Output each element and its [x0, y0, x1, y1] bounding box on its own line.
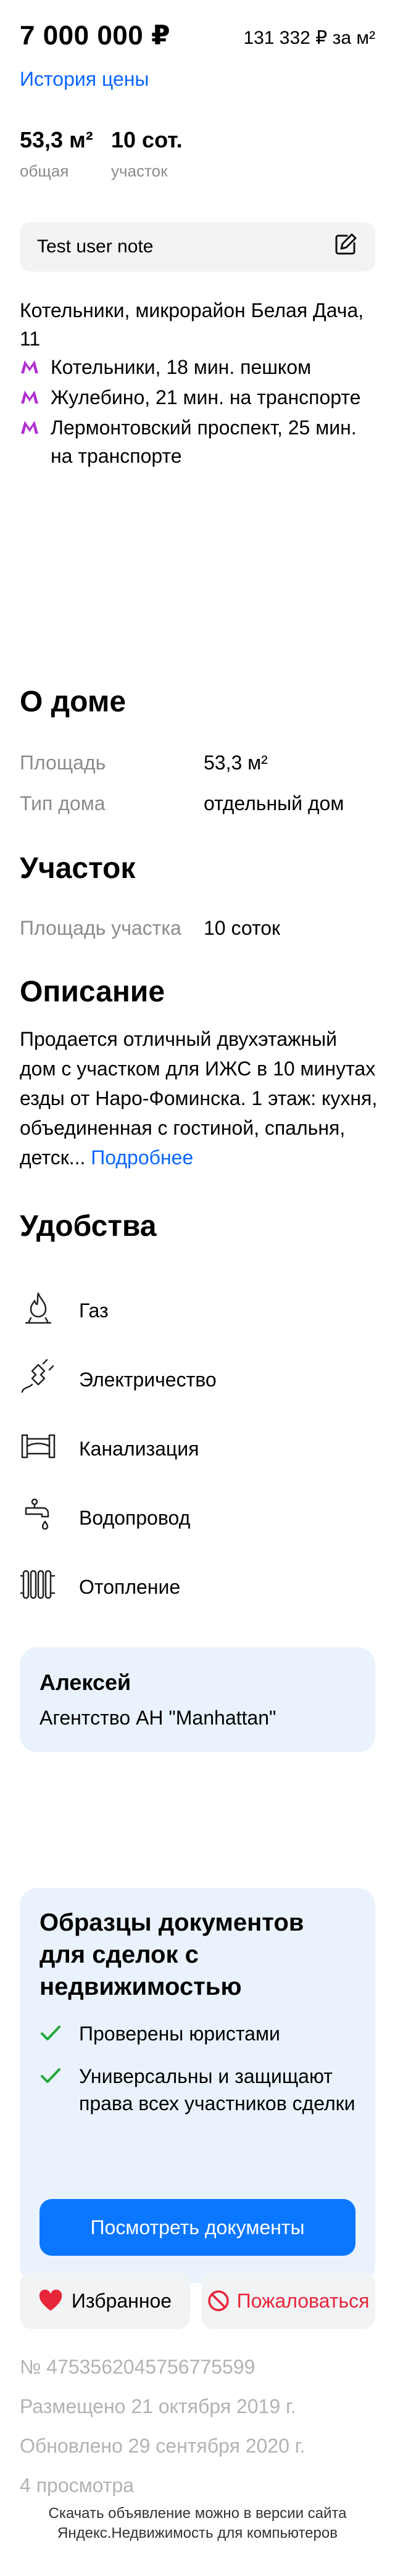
- price-history-link[interactable]: История цены: [20, 68, 149, 91]
- agent-name: Алексей: [40, 1670, 131, 1695]
- electricity-icon: [20, 1359, 57, 1396]
- footer-line-1: Скачать объявление можно в версии сайта: [48, 2505, 347, 2522]
- house-type-value: отдельный дом: [204, 792, 344, 814]
- metro-icon: [20, 413, 51, 444]
- plot-area-value: 10 соток: [204, 917, 281, 939]
- facility-electricity-label: Электричество: [79, 1369, 217, 1391]
- metro-icon: [20, 353, 51, 383]
- address-block: Котельники, микрорайон Белая Дача, 11 Ко…: [20, 296, 375, 470]
- section-title-house: О доме: [20, 685, 127, 718]
- check-icon: [40, 2020, 79, 2052]
- heart-icon: [38, 2290, 63, 2312]
- prohibited-icon: [207, 2290, 230, 2312]
- heating-icon: [20, 1566, 57, 1603]
- agent-agency: Агентство АН "Manhattan": [40, 1707, 276, 1729]
- house-type-label: Тип дома: [20, 792, 106, 814]
- listing-posted: Размещено 21 октября 2019 г.: [20, 2395, 296, 2417]
- favorite-button[interactable]: Избранное: [20, 2272, 190, 2329]
- metro-text: Лермонтовский проспект, 25 мин. на транс…: [51, 416, 357, 467]
- documents-check-text: Проверены юристами: [79, 2023, 280, 2045]
- edit-icon[interactable]: [333, 232, 358, 262]
- description-body: Продается отличный двухэтажный дом с уча…: [20, 1028, 378, 1169]
- documents-check-text: Универсальны и защищают права всех участ…: [79, 2065, 356, 2114]
- summary-area-label: общая: [20, 162, 69, 180]
- view-documents-button[interactable]: Посмотреть документы: [40, 2199, 356, 2256]
- facility-sewerage-label: Канализация: [79, 1438, 199, 1460]
- facility-gas-label: Газ: [79, 1299, 109, 1322]
- facility-water-label: Водопровод: [79, 1507, 191, 1529]
- metro-item: Жулебино, 21 мин. на транспорте: [20, 383, 375, 413]
- desktop-version-footer: Скачать объявление можно в версии сайта …: [0, 2504, 395, 2543]
- user-note[interactable]: Test user note: [20, 222, 375, 271]
- description-more-link[interactable]: Подробнее: [91, 1146, 193, 1169]
- facility-heating-label: Отопление: [79, 1576, 181, 1598]
- price-per-meter: 131 332 ₽ за м²: [243, 28, 375, 48]
- documents-card: Образцы документов для сделок с недвижим…: [20, 1888, 375, 2283]
- listing-updated: Обновлено 29 сентября 2020 г.: [20, 2435, 306, 2457]
- documents-check-item: Универсальны и защищают права всех участ…: [40, 2063, 356, 2117]
- water-supply-icon: [20, 1497, 57, 1534]
- house-area-value: 53,3 м²: [204, 752, 268, 774]
- agent-card[interactable]: Алексей Агентство АН "Manhattan": [20, 1647, 375, 1752]
- user-note-text: Test user note: [37, 236, 154, 257]
- metro-item: Лермонтовский проспект, 25 мин. на транс…: [20, 413, 375, 470]
- description-text: Продается отличный двухэтажный дом с уча…: [20, 1024, 378, 1172]
- sewerage-icon: [20, 1428, 57, 1465]
- section-title-facilities: Удобства: [20, 1210, 157, 1243]
- listing-page: 7 000 000 ₽ 131 332 ₽ за м² История цены…: [0, 0, 395, 2576]
- section-title-plot: Участок: [20, 852, 136, 885]
- summary-plot-label: участок: [111, 162, 168, 180]
- metro-item: Котельники, 18 мин. пешком: [20, 353, 375, 383]
- summary-plot-value: 10 сот.: [111, 127, 183, 152]
- check-icon: [40, 2063, 79, 2094]
- metro-icon: [20, 383, 51, 413]
- metro-text: Жулебино, 21 мин. на транспорте: [51, 386, 361, 408]
- house-area-label: Площадь: [20, 752, 106, 774]
- listing-id: № 4753562045756775599: [20, 2356, 256, 2378]
- documents-check-item: Проверены юристами: [40, 2020, 356, 2052]
- plot-area-label: Площадь участка: [20, 917, 181, 939]
- price-total: 7 000 000 ₽: [20, 20, 171, 51]
- complain-button[interactable]: Пожаловаться: [201, 2272, 375, 2329]
- address-text: Котельники, микрорайон Белая Дача, 11: [20, 299, 364, 350]
- complain-label: Пожаловаться: [236, 2289, 370, 2312]
- gas-icon: [20, 1290, 57, 1327]
- documents-title: Образцы документов для сделок с недвижим…: [40, 1909, 304, 2000]
- summary-area-value: 53,3 м²: [20, 127, 93, 152]
- metro-text: Котельники, 18 мин. пешком: [51, 356, 312, 378]
- favorite-label: Избранное: [71, 2289, 172, 2312]
- section-title-description: Описание: [20, 975, 165, 1008]
- listing-views: 4 просмотра: [20, 2474, 134, 2496]
- footer-line-2: Яндекс.Недвижимость для компьютеров: [57, 2525, 338, 2541]
